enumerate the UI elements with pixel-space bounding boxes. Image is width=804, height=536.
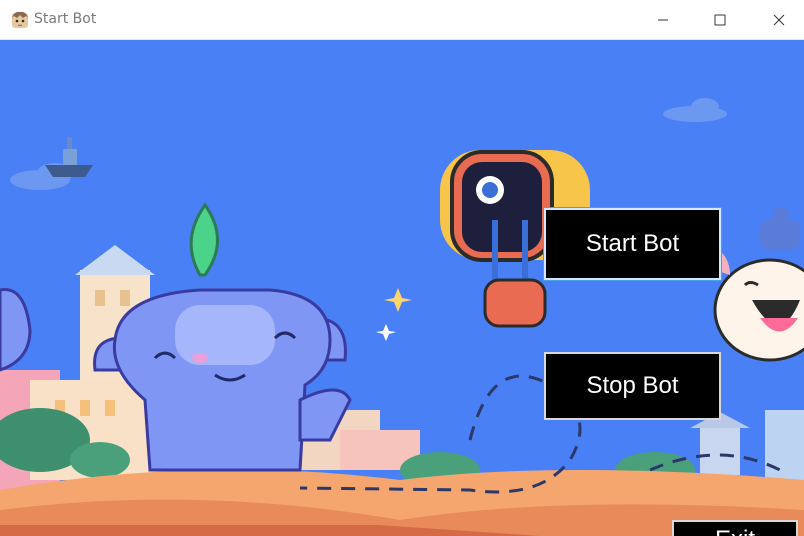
close-icon <box>773 14 785 25</box>
minimize-button[interactable] <box>640 0 686 39</box>
background-illustration: Start Bot Stop Bot Exit <box>0 40 804 536</box>
title-bar[interactable]: Start Bot <box>0 0 804 40</box>
maximize-icon <box>714 14 726 25</box>
close-button[interactable] <box>756 0 802 39</box>
exit-label: Exit <box>715 526 755 536</box>
maximize-button[interactable] <box>697 0 743 39</box>
exit-button[interactable]: Exit <box>672 520 798 536</box>
start-bot-label: Start Bot <box>585 230 680 257</box>
stop-bot-label: Stop Bot <box>586 372 679 399</box>
minimize-icon <box>658 19 668 20</box>
window-title: Start Bot <box>34 11 97 27</box>
start-bot-button[interactable]: Start Bot <box>543 207 722 281</box>
stop-bot-button[interactable]: Stop Bot <box>544 352 721 420</box>
discord-scene-illustration <box>0 40 804 536</box>
app-avatar-icon <box>12 11 28 28</box>
